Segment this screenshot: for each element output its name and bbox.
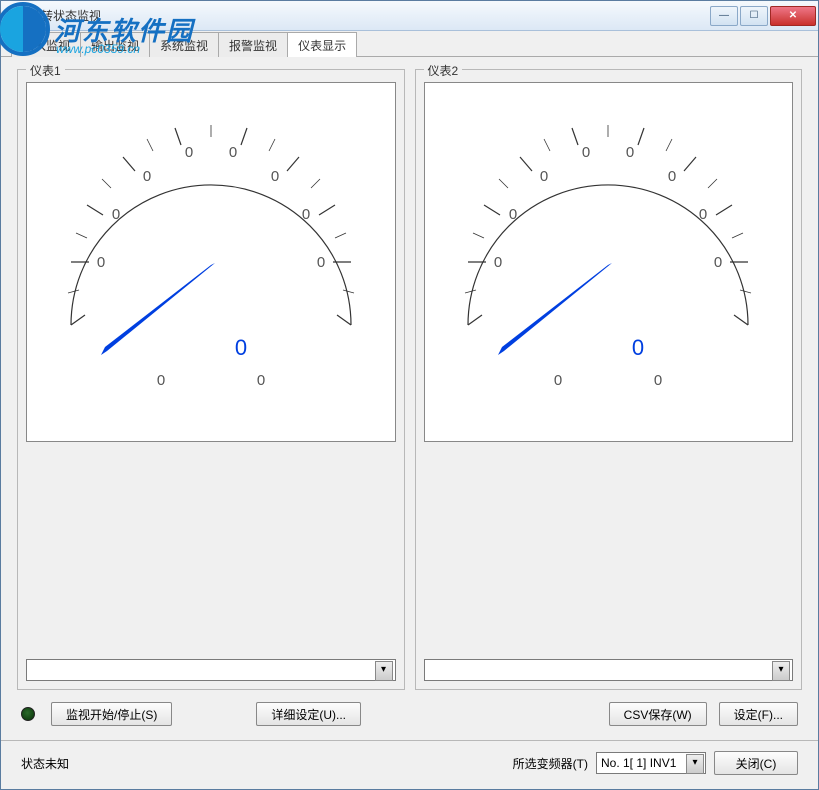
gauge2-needle — [498, 263, 612, 355]
gauge2-tick: 0 — [540, 168, 548, 185]
content-panel: 仪表1 — [1, 57, 818, 789]
inverter-select[interactable]: No. 1[ 1] INV1 — [596, 752, 706, 774]
gauge1-needle — [101, 263, 215, 355]
gauge2-tick: 0 — [494, 254, 502, 271]
gauge1-tick: 0 — [112, 206, 120, 223]
gauge1-value: 0 — [235, 335, 247, 360]
gauge2-dropdown[interactable] — [424, 659, 794, 681]
gauge1-tick: 0 — [143, 168, 151, 185]
minimize-button[interactable]: — — [710, 6, 738, 26]
gauge1: 0 0 0 0 0 0 0 0 0 0 — [41, 95, 381, 385]
settings-button[interactable]: 设定(F)... — [719, 702, 798, 726]
close-dialog-button[interactable]: 关闭(C) — [714, 751, 798, 775]
status-text: 状态未知 — [21, 755, 505, 772]
tabbar: 输入监视 输出监视 系统监视 报警监视 仪表显示 — [1, 31, 818, 57]
window-controls: — ☐ ✕ — [710, 6, 816, 26]
gauge1-dropdown[interactable] — [26, 659, 396, 681]
footer: 状态未知 所选变频器(T) No. 1[ 1] INV1 关闭(C) — [17, 741, 802, 783]
tab-output-monitor[interactable]: 输出监视 — [80, 32, 150, 57]
button-row: 监视开始/停止(S) 详细设定(U)... CSV保存(W) 设定(F)... — [17, 690, 802, 740]
gauge1-tick: 0 — [97, 254, 105, 271]
tab-gauge-display[interactable]: 仪表显示 — [287, 32, 357, 57]
tab-system-monitor[interactable]: 系统监视 — [149, 32, 219, 57]
titlebar: 运转状态监视 — ☐ ✕ — [1, 1, 818, 31]
gauge1-tick: 0 — [302, 206, 310, 223]
maximize-button[interactable]: ☐ — [740, 6, 768, 26]
gauge1-fieldset: 仪表1 — [17, 69, 405, 690]
gauges-row: 仪表1 — [17, 69, 802, 690]
status-led-icon — [21, 707, 35, 721]
detail-settings-button[interactable]: 详细设定(U)... — [256, 702, 361, 726]
inverter-value: No. 1[ 1] INV1 — [601, 756, 676, 770]
gauge1-tick: 0 — [271, 168, 279, 185]
gauge1-box: 0 0 0 0 0 0 0 0 0 0 — [26, 82, 396, 442]
gauge2-tick: 0 — [509, 206, 517, 223]
gauge2-fieldset: 仪表2 — [415, 69, 803, 690]
app-icon — [7, 8, 23, 24]
window: 运转状态监视 — ☐ ✕ 输入监视 输出监视 系统监视 报警监视 仪表显示 仪表… — [0, 0, 819, 790]
start-stop-button[interactable]: 监视开始/停止(S) — [51, 702, 172, 726]
gauge2-value: 0 — [632, 335, 644, 360]
inverter-label: 所选变频器(T) — [513, 755, 588, 772]
gauge2-tick: 0 — [582, 144, 590, 161]
gauge1-legend: 仪表1 — [26, 62, 65, 79]
tab-alarm-monitor[interactable]: 报警监视 — [218, 32, 288, 57]
gauge2-outer: 0 — [554, 372, 562, 385]
tab-input-monitor[interactable]: 输入监视 — [11, 32, 81, 57]
gauge2-tick: 0 — [699, 206, 707, 223]
gauge2-outer: 0 — [654, 372, 662, 385]
close-button[interactable]: ✕ — [770, 6, 816, 26]
gauge2-tick: 0 — [668, 168, 676, 185]
gauge2-tick: 0 — [626, 144, 634, 161]
gauge1-outer: 0 — [257, 372, 265, 385]
window-title: 运转状态监视 — [29, 7, 710, 24]
gauge1-outer: 0 — [157, 372, 165, 385]
gauge1-tick: 0 — [317, 254, 325, 271]
gauge2-box: 0 0 0 0 0 0 0 0 0 0 — [424, 82, 794, 442]
gauge1-tick: 0 — [185, 144, 193, 161]
csv-save-button[interactable]: CSV保存(W) — [609, 702, 707, 726]
gauge1-tick: 0 — [229, 144, 237, 161]
gauge2-legend: 仪表2 — [424, 62, 463, 79]
gauge2: 0 0 0 0 0 0 0 0 0 0 — [438, 95, 778, 385]
gauge2-tick: 0 — [714, 254, 722, 271]
